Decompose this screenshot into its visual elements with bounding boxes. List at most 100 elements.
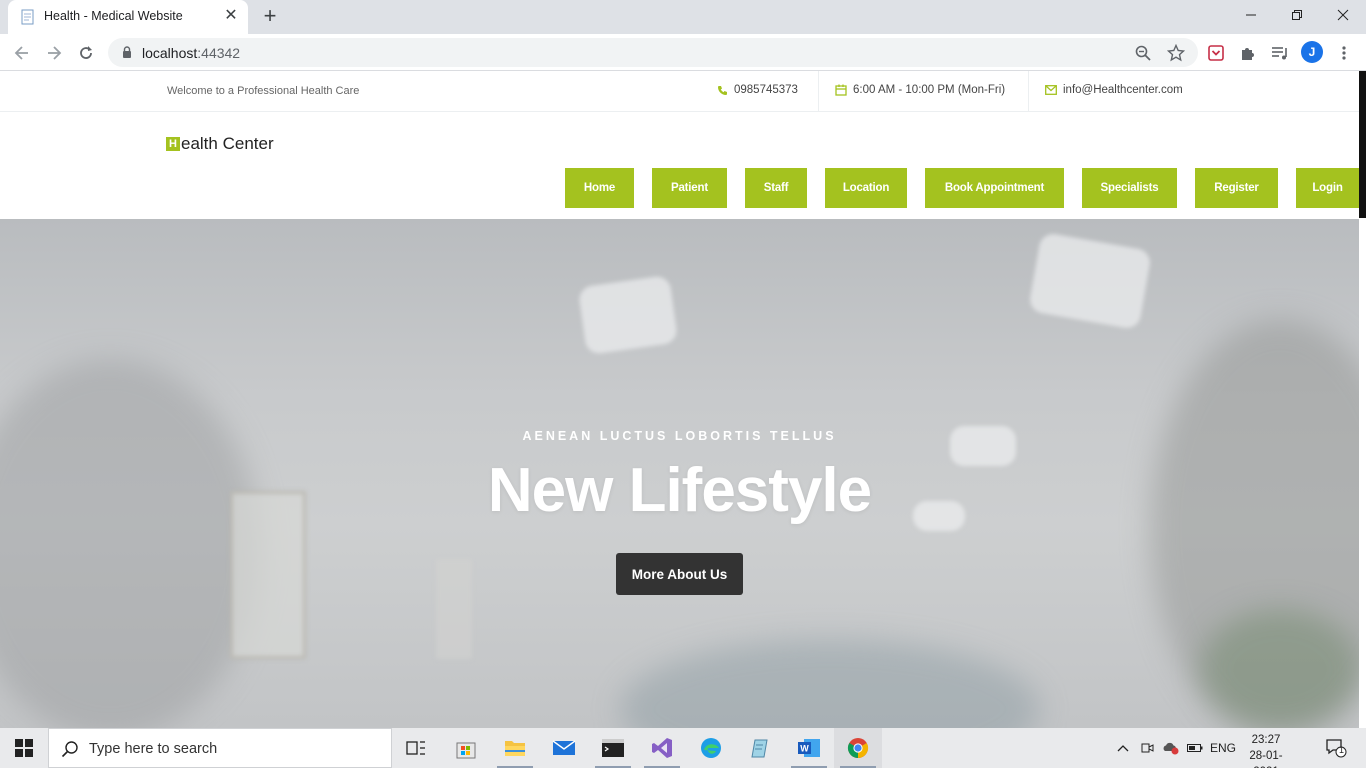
site-header: H ealth Center Home Patient Staff Locati… xyxy=(0,112,1366,219)
site-logo[interactable]: H ealth Center xyxy=(166,134,274,154)
word-app[interactable]: W xyxy=(785,728,833,768)
new-tab-button[interactable]: + xyxy=(258,5,282,29)
hero-bg-shade xyxy=(620,639,1040,728)
chrome-icon xyxy=(847,738,869,759)
notepad-app[interactable] xyxy=(736,728,784,768)
nav-location[interactable]: Location xyxy=(825,168,907,208)
terminal-icon xyxy=(602,739,624,757)
notification-count: 1 xyxy=(1339,745,1345,755)
meet-icon xyxy=(1141,743,1154,753)
tab-title: Health - Medical Website xyxy=(44,9,183,23)
logo-letter: H xyxy=(166,137,180,151)
document-favicon-icon xyxy=(21,9,34,25)
puzzle-icon xyxy=(1242,48,1254,60)
search-icon xyxy=(61,741,78,758)
edge-app[interactable] xyxy=(687,728,735,768)
browser-toolbar: localhost:44342 J xyxy=(0,34,1366,71)
mail-app-icon xyxy=(552,740,576,755)
phone-info: 0985745373 xyxy=(717,84,798,96)
tab-close-button[interactable]: ✕ xyxy=(222,7,240,25)
reload-button[interactable] xyxy=(74,41,98,65)
svg-text:W: W xyxy=(800,744,809,754)
start-button[interactable] xyxy=(0,728,48,768)
store-app[interactable] xyxy=(442,728,490,768)
extensions-button[interactable] xyxy=(1238,43,1258,63)
word-icon: W xyxy=(798,739,820,757)
nav-book-appointment[interactable]: Book Appointment xyxy=(925,168,1064,208)
calendar-icon xyxy=(835,84,847,96)
battery-icon xyxy=(1187,744,1203,752)
extension-pocket[interactable] xyxy=(1206,43,1226,63)
opening-hours: 6:00 AM - 10:00 PM (Mon-Fri) xyxy=(853,84,1006,96)
nav-login[interactable]: Login xyxy=(1296,168,1359,208)
info-divider xyxy=(818,71,819,112)
store-icon xyxy=(456,742,476,759)
top-info-bar: Welcome to a Professional Health Care 09… xyxy=(0,71,1366,112)
windows-taskbar: Type here to search W ENG 23:27 28-01- 1 xyxy=(0,728,1366,768)
windows-start-icon xyxy=(15,739,33,757)
star-icon[interactable] xyxy=(1167,44,1185,62)
file-explorer-icon xyxy=(505,741,525,756)
nav-specialists[interactable]: Specialists xyxy=(1082,168,1177,208)
close-window-button[interactable] xyxy=(1320,0,1366,30)
visual-studio-app[interactable] xyxy=(638,728,686,768)
address-bar[interactable]: localhost:44342 xyxy=(108,38,1198,67)
nav-register[interactable]: Register xyxy=(1195,168,1278,208)
nav-staff[interactable]: Staff xyxy=(745,168,807,208)
mail-icon xyxy=(1045,85,1057,95)
onedrive-icon xyxy=(1163,742,1179,755)
hours-info: 6:00 AM - 10:00 PM (Mon-Fri) xyxy=(835,84,1005,96)
nav-patient[interactable]: Patient xyxy=(652,168,727,208)
media-queue-icon xyxy=(1272,47,1287,60)
web-page: Welcome to a Professional Health Care 09… xyxy=(0,71,1366,728)
phone-icon xyxy=(718,85,727,95)
file-explorer-app[interactable] xyxy=(491,728,539,768)
ceiling-light xyxy=(577,274,679,356)
minimize-icon xyxy=(1246,14,1256,16)
terminal-app[interactable] xyxy=(589,728,637,768)
forward-arrow-icon xyxy=(48,46,62,60)
meet-now-button[interactable] xyxy=(1137,728,1157,768)
close-icon xyxy=(1337,9,1349,21)
show-hidden-icons-button[interactable] xyxy=(1112,728,1134,768)
chevron-up-icon xyxy=(1117,745,1129,752)
battery-status[interactable] xyxy=(1185,728,1205,768)
page-scrollbar[interactable] xyxy=(1359,71,1366,218)
more-about-us-button[interactable]: More About Us xyxy=(616,553,743,595)
media-queue-button[interactable] xyxy=(1270,43,1290,63)
taskbar-search[interactable]: Type here to search xyxy=(48,728,392,768)
hero-subtitle: AENEAN LUCTUS LOBORTIS TELLUS xyxy=(522,429,837,443)
zoom-icon[interactable] xyxy=(1134,44,1152,62)
edge-icon xyxy=(701,738,721,758)
action-center-button[interactable]: 1 xyxy=(1318,728,1354,768)
visual-studio-icon xyxy=(652,738,672,758)
chrome-app[interactable] xyxy=(834,728,882,768)
browser-menu-button[interactable] xyxy=(1334,43,1354,63)
system-clock[interactable]: 23:27 28-01-2021 xyxy=(1238,732,1294,768)
email-address[interactable]: info@Healthcenter.com xyxy=(1063,84,1183,96)
profile-avatar[interactable]: J xyxy=(1301,41,1323,63)
kebab-menu-icon xyxy=(1342,46,1346,60)
extension-pocket-icon xyxy=(1208,45,1224,61)
nav-home[interactable]: Home xyxy=(565,168,634,208)
info-divider xyxy=(1028,71,1029,112)
back-arrow-icon xyxy=(14,46,28,60)
browser-tab[interactable]: Health - Medical Website ✕ xyxy=(8,0,248,34)
language-indicator[interactable]: ENG xyxy=(1208,728,1238,768)
minimize-button[interactable] xyxy=(1228,0,1274,30)
clock-time: 23:27 xyxy=(1251,734,1281,746)
logo-text: ealth Center xyxy=(181,134,274,153)
forward-button[interactable] xyxy=(42,41,66,65)
onedrive-status[interactable] xyxy=(1159,728,1183,768)
task-view-button[interactable] xyxy=(392,728,440,768)
hero-bg-shade xyxy=(0,359,260,728)
notepad-icon xyxy=(751,739,768,758)
ceiling-light xyxy=(1027,231,1153,331)
clock-date: 28-01-2021 xyxy=(1249,750,1283,768)
mail-app[interactable] xyxy=(540,728,588,768)
hero-banner: AENEAN LUCTUS LOBORTIS TELLUS New Lifest… xyxy=(0,219,1359,728)
restore-button[interactable] xyxy=(1274,0,1320,30)
back-button[interactable] xyxy=(10,41,34,65)
browser-tab-strip: Health - Medical Website ✕ + xyxy=(0,0,1366,34)
search-placeholder: Type here to search xyxy=(89,741,218,757)
